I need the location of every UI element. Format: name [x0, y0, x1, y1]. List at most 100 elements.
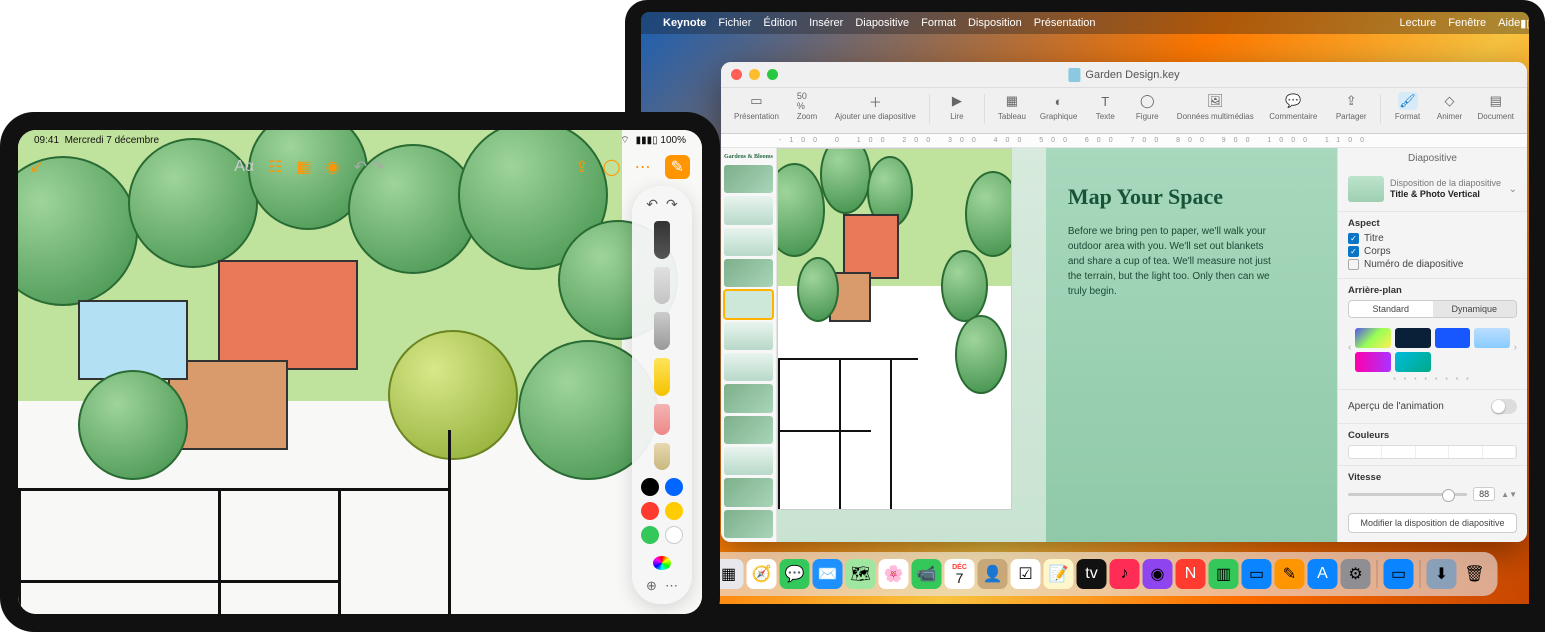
- dock-messages[interactable]: 💬: [780, 559, 810, 589]
- color-swatch[interactable]: [665, 526, 683, 544]
- ipad-drawing-canvas[interactable]: [18, 130, 702, 614]
- highlighter-tool[interactable]: [654, 358, 670, 396]
- menu-inserer[interactable]: Insérer: [809, 17, 843, 29]
- toolbar-play[interactable]: ▶Lire: [938, 92, 976, 121]
- seg-standard[interactable]: Standard: [1349, 301, 1433, 317]
- toolbar-presentation[interactable]: ▭Présentation: [729, 92, 784, 121]
- dock-numbers[interactable]: ▥: [1209, 559, 1239, 589]
- markup-icon[interactable]: ◯: [603, 157, 621, 177]
- slide-thumb[interactable]: [724, 384, 773, 412]
- pen-tool[interactable]: [654, 221, 670, 259]
- menu-presentation[interactable]: Présentation: [1034, 17, 1096, 29]
- insert-icon[interactable]: ☷: [268, 157, 282, 177]
- dock-facetime[interactable]: 📹: [912, 559, 942, 589]
- slide-title-text[interactable]: Map Your Space: [1068, 184, 1315, 210]
- dock-mail[interactable]: ✉️: [813, 559, 843, 589]
- edit-layout-button[interactable]: Modifier la disposition de diapositive: [1348, 513, 1517, 533]
- menu-format[interactable]: Format: [921, 17, 956, 29]
- dock-appstore[interactable]: A: [1308, 559, 1338, 589]
- dock-recent-keynote[interactable]: ▭: [1384, 559, 1414, 589]
- menu-edition[interactable]: Édition: [763, 17, 797, 29]
- close-button[interactable]: [731, 69, 742, 80]
- color-swatch[interactable]: [665, 502, 683, 520]
- slide-thumb[interactable]: [724, 165, 773, 193]
- bg-swatch[interactable]: [1474, 328, 1510, 348]
- bg-swatch[interactable]: [1355, 352, 1391, 372]
- text-format-icon[interactable]: Aα: [234, 158, 254, 176]
- toolbar-zoom[interactable]: 50 %Zoom: [788, 92, 826, 121]
- slide-content[interactable]: Map Your Space Before we bring pen to pa…: [777, 148, 1337, 542]
- chevron-down-icon[interactable]: ⌄: [1509, 184, 1517, 195]
- camera-icon[interactable]: ◉: [326, 157, 340, 177]
- pencil-tool-palette[interactable]: ↶ ↷ ⊕ ⋯: [632, 186, 692, 604]
- toolbar-text[interactable]: TTexte: [1086, 92, 1124, 121]
- slide-thumb[interactable]: [724, 353, 773, 381]
- dock-trash[interactable]: 🗑: [1460, 559, 1490, 589]
- speed-value[interactable]: 88: [1473, 487, 1495, 501]
- slide-plan-image[interactable]: [777, 148, 1012, 510]
- minimize-button[interactable]: [749, 69, 760, 80]
- menubar-app-name[interactable]: Keynote: [663, 17, 706, 29]
- slide-thumb[interactable]: [724, 196, 773, 224]
- dock-podcasts[interactable]: ◉: [1143, 559, 1173, 589]
- toolbar-table[interactable]: ▦Tableau: [993, 92, 1031, 121]
- dock-safari[interactable]: 🧭: [747, 559, 777, 589]
- color-swatch[interactable]: [641, 478, 659, 496]
- palette-undo-icon[interactable]: ↶: [646, 196, 658, 213]
- anim-preview-toggle[interactable]: [1491, 399, 1517, 414]
- bg-next-icon[interactable]: ›: [1514, 342, 1517, 353]
- dock-reminders[interactable]: ☑︎: [1011, 559, 1041, 589]
- palette-add-icon[interactable]: ⊕: [646, 578, 657, 594]
- toolbar-chart[interactable]: ◐Graphique: [1035, 92, 1082, 121]
- dock-contacts[interactable]: 👤: [978, 559, 1008, 589]
- bg-swatch[interactable]: [1435, 328, 1471, 348]
- slide-body-text[interactable]: Before we bring pen to paper, we'll walk…: [1068, 224, 1278, 299]
- slide-thumb[interactable]: [724, 510, 773, 538]
- redo-icon[interactable]: ↷: [371, 157, 384, 177]
- checkbox-corps[interactable]: ✓Corps: [1348, 246, 1517, 257]
- checkbox-titre[interactable]: ✓Titre: [1348, 233, 1517, 244]
- pencil-tool[interactable]: [654, 267, 670, 305]
- bg-swatch[interactable]: [1395, 352, 1431, 372]
- speed-slider[interactable]: [1348, 493, 1467, 496]
- dock-settings[interactable]: ⚙︎: [1341, 559, 1371, 589]
- toolbar-share[interactable]: ⇪Partager: [1331, 92, 1372, 121]
- dock-music[interactable]: ♪: [1110, 559, 1140, 589]
- slide-canvas[interactable]: Map Your Space Before we bring pen to pa…: [777, 148, 1337, 542]
- slide-navigator[interactable]: Gardens & Blooms: [721, 148, 777, 542]
- color-swatch[interactable]: [665, 478, 683, 496]
- menu-diapositive[interactable]: Diapositive: [855, 17, 909, 29]
- more-icon[interactable]: ⋯: [635, 157, 651, 177]
- menu-fenetre[interactable]: Fenêtre: [1448, 17, 1486, 29]
- bg-swatch[interactable]: [1355, 328, 1391, 348]
- dock-pages[interactable]: ✎: [1275, 559, 1305, 589]
- color-stops-editor[interactable]: [1348, 445, 1517, 459]
- inspector-tab[interactable]: Diapositive: [1338, 148, 1527, 167]
- palette-redo-icon[interactable]: ↷: [666, 196, 678, 213]
- dock-maps[interactable]: 🗺: [846, 559, 876, 589]
- toolbar-format[interactable]: 🖌Format: [1389, 92, 1427, 121]
- slide-thumb[interactable]: [724, 259, 773, 287]
- layout-selector[interactable]: Disposition de la diapositive Title & Ph…: [1348, 176, 1517, 202]
- collapse-icon[interactable]: ↙: [30, 157, 43, 177]
- fullscreen-button[interactable]: [767, 69, 778, 80]
- toolbar-add-slide[interactable]: ＋Ajouter une diapositive: [830, 92, 921, 121]
- slide-thumb[interactable]: [724, 228, 773, 256]
- palette-more-icon[interactable]: ⋯: [665, 578, 678, 594]
- menu-disposition[interactable]: Disposition: [968, 17, 1022, 29]
- share-icon[interactable]: ⇪: [575, 157, 588, 177]
- color-picker-icon[interactable]: [653, 556, 671, 570]
- dock-news[interactable]: N: [1176, 559, 1206, 589]
- slide-thumb[interactable]: [724, 447, 773, 475]
- toolbar-comment[interactable]: 💬Commentaire: [1264, 92, 1322, 121]
- menu-fichier[interactable]: Fichier: [718, 17, 751, 29]
- dock-photos[interactable]: 🌸: [879, 559, 909, 589]
- marker-tool[interactable]: [654, 312, 670, 350]
- checkbox-slidenum[interactable]: Numéro de diapositive: [1348, 259, 1517, 270]
- dock-tv[interactable]: tv: [1077, 559, 1107, 589]
- background-mode-segment[interactable]: Standard Dynamique: [1348, 300, 1517, 318]
- toolbar-document[interactable]: ▤Document: [1473, 92, 1519, 121]
- eraser-tool[interactable]: [654, 404, 670, 435]
- color-swatch[interactable]: [641, 502, 659, 520]
- dock-notes[interactable]: 📝: [1044, 559, 1074, 589]
